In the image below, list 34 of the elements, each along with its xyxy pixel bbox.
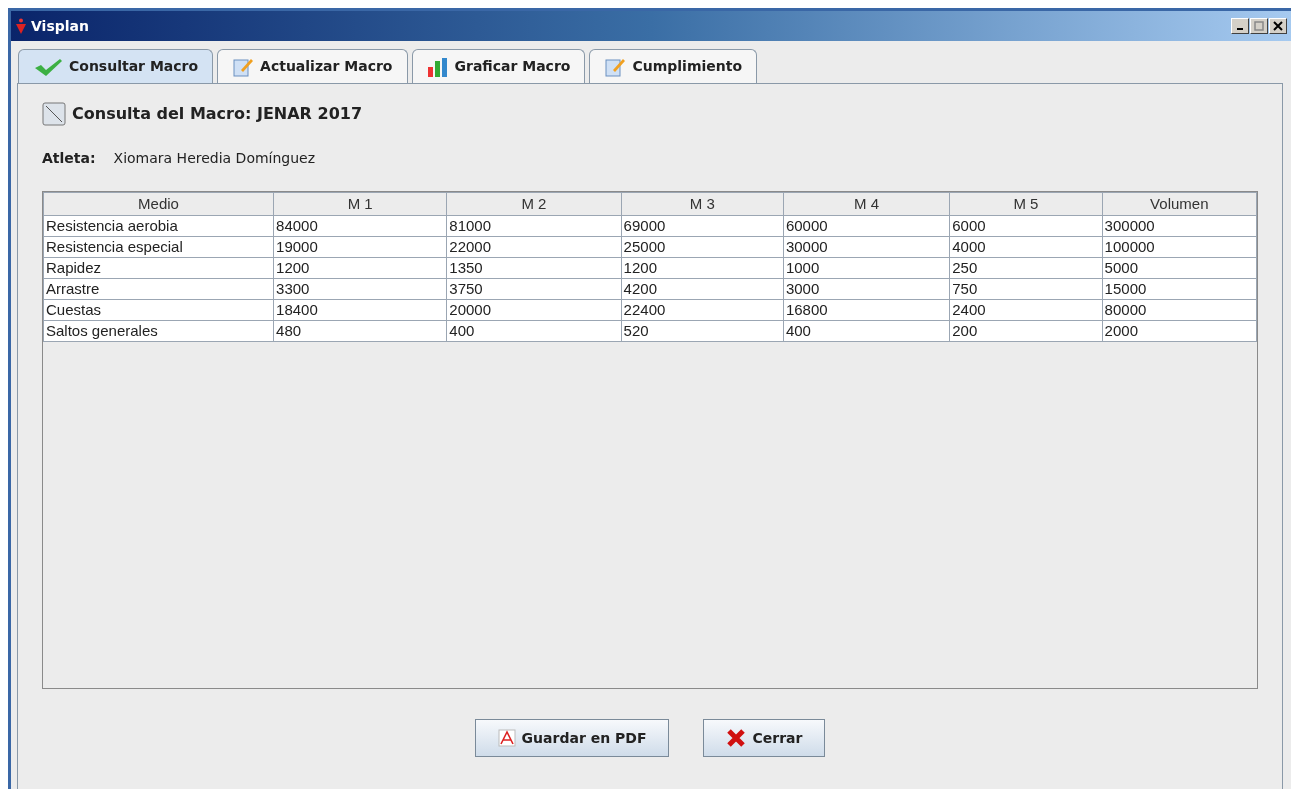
table-cell: Saltos generales	[43, 320, 274, 342]
close-icon	[1273, 21, 1283, 31]
table-cell: Rapidez	[43, 257, 274, 279]
pdf-icon	[497, 729, 516, 747]
minimize-button[interactable]	[1231, 18, 1249, 34]
tab[interactable]: Cumplimiento	[589, 49, 758, 83]
tab[interactable]: Actualizar Macro	[217, 49, 408, 83]
maximize-button[interactable]	[1250, 18, 1268, 34]
tab[interactable]: Consultar Macro	[18, 49, 214, 83]
check-icon	[33, 56, 63, 77]
window-title: Visplan	[31, 16, 89, 36]
close-dialog-button[interactable]: Cerrar	[703, 719, 826, 757]
table-cell: Cuestas	[43, 299, 274, 321]
table-cell: Resistencia especial	[43, 236, 274, 258]
table-cell: Resistencia aerobia	[43, 215, 274, 237]
athlete-name: Xiomara Heredia Domínguez	[113, 149, 316, 168]
column-header[interactable]: M 5	[949, 192, 1103, 216]
tab[interactable]: Graficar Macro	[411, 49, 586, 83]
athlete-label: Atleta:	[42, 149, 96, 168]
section-heading: Consulta del Macro: JENAR 2017	[72, 103, 363, 125]
table-cell: Arrastre	[43, 278, 274, 300]
bar-chart-icon	[426, 56, 449, 77]
column-header[interactable]: M 2	[446, 192, 622, 216]
close-icon	[726, 729, 747, 747]
column-header[interactable]: M 3	[621, 192, 784, 216]
maximize-icon	[1254, 21, 1264, 31]
close-button[interactable]	[1269, 18, 1287, 34]
document-icon	[42, 102, 66, 126]
save-pdf-button[interactable]: Guardar en PDF	[474, 719, 670, 757]
column-header[interactable]: M 4	[783, 192, 950, 216]
column-header[interactable]: M 1	[273, 192, 447, 216]
column-header[interactable]: Volumen	[1102, 192, 1257, 216]
column-header[interactable]: Medio	[43, 192, 274, 216]
app-logo-icon	[15, 18, 27, 34]
